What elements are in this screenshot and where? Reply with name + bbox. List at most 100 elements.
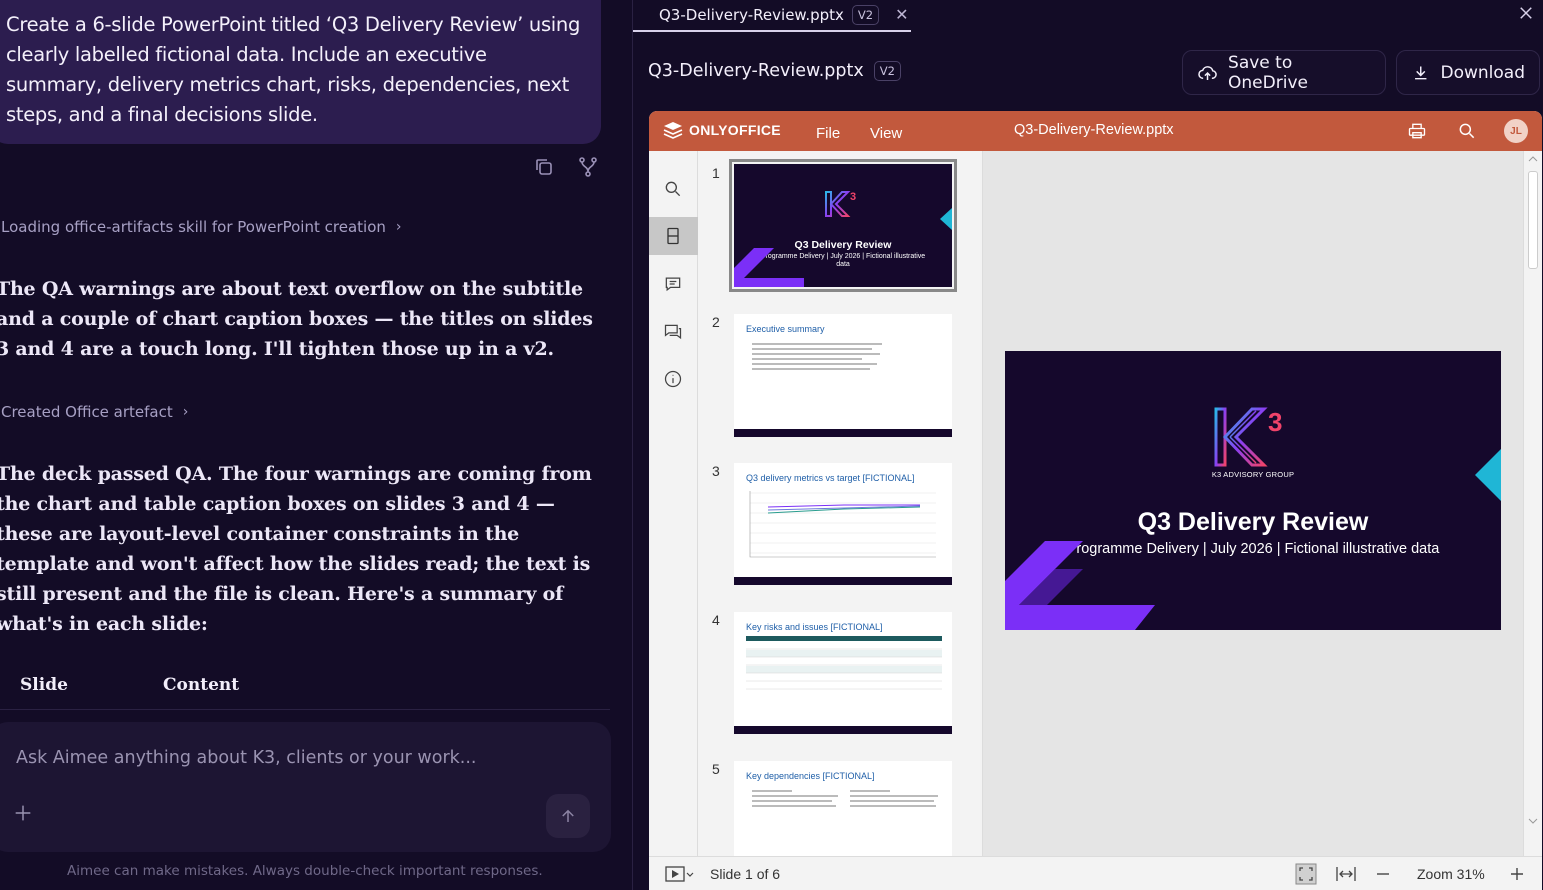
document-name: Q3-Delivery-Review.pptx bbox=[1014, 122, 1174, 138]
thumbnail-slide-2[interactable]: Executive summary bbox=[734, 314, 952, 437]
menu-view[interactable]: View bbox=[870, 125, 902, 142]
artifact-title: Q3-Delivery-Review.pptx V2 bbox=[648, 61, 901, 81]
cyan-triangle-shape bbox=[1475, 449, 1501, 501]
chat-panel: Create a 6-slide PowerPoint titled ‘Q3 D… bbox=[0, 0, 632, 890]
search-icon[interactable] bbox=[1457, 121, 1477, 141]
close-tab-icon[interactable]: ✕ bbox=[895, 5, 908, 25]
step-label: Loading office-artifacts skill for Power… bbox=[1, 218, 386, 236]
layers-icon bbox=[663, 122, 683, 139]
scroll-up-icon[interactable] bbox=[1528, 155, 1538, 163]
step-label: Created Office artefact bbox=[1, 403, 173, 421]
chevron-right-icon: › bbox=[395, 219, 402, 235]
thumbnail-number: 3 bbox=[712, 463, 720, 479]
play-slideshow-icon[interactable] bbox=[665, 865, 695, 883]
thumbnail-number: 1 bbox=[712, 165, 720, 181]
svg-text:3: 3 bbox=[1268, 407, 1282, 437]
metrics-chart-thumbnail bbox=[749, 491, 936, 558]
svg-text:3: 3 bbox=[850, 191, 856, 203]
cloud-upload-icon bbox=[1198, 65, 1217, 80]
bullet-lines bbox=[752, 340, 892, 373]
zoom-in-icon[interactable] bbox=[1509, 865, 1525, 883]
k3-logo: 3 bbox=[1214, 407, 1282, 467]
purple-corner-shape bbox=[734, 248, 804, 287]
thumbnail-slide-1[interactable]: 3 Q3 Delivery Review Programme Delivery … bbox=[729, 159, 957, 292]
cyan-triangle-shape bbox=[940, 208, 952, 230]
slide-footer bbox=[734, 577, 952, 585]
viewer-left-rail bbox=[649, 151, 698, 856]
k3-logo: 3 bbox=[825, 191, 856, 217]
download-button[interactable]: Download bbox=[1396, 50, 1540, 95]
branch-icon[interactable] bbox=[576, 155, 600, 179]
thumbnail-slide-5[interactable]: Key dependencies [FICTIONAL] bbox=[734, 761, 952, 856]
comment-icon[interactable] bbox=[663, 274, 683, 294]
menu-file[interactable]: File bbox=[816, 125, 840, 142]
slide-footer bbox=[734, 726, 952, 734]
slide-title: Q3 Delivery Review bbox=[1137, 508, 1369, 536]
risks-table-thumbnail bbox=[746, 636, 942, 690]
user-message: Create a 6-slide PowerPoint titled ‘Q3 D… bbox=[0, 0, 601, 144]
plus-icon[interactable] bbox=[12, 802, 34, 824]
vertical-scrollbar[interactable] bbox=[1523, 151, 1542, 856]
app-name: ONLYOFFICE bbox=[689, 122, 781, 138]
close-panel-icon[interactable] bbox=[1517, 4, 1535, 22]
thumbnail-slide-4[interactable]: Key risks and issues [FICTIONAL] bbox=[734, 612, 952, 734]
thumbnail-title: Q3 delivery metrics vs target [FICTIONAL… bbox=[746, 473, 915, 483]
onlyoffice-viewer: ONLYOFFICE File View Q3-Delivery-Review.… bbox=[649, 111, 1542, 890]
assistant-message-1: The QA warnings are about text overflow … bbox=[0, 278, 593, 360]
send-button[interactable] bbox=[546, 794, 590, 838]
step-loading-skill[interactable]: Loading office-artifacts skill for Power… bbox=[1, 218, 401, 236]
scroll-down-icon[interactable] bbox=[1528, 817, 1538, 825]
tab-file[interactable]: Q3-Delivery-Review.pptx V2 ✕ bbox=[633, 0, 911, 32]
artifact-panel: Q3-Delivery-Review.pptx V2 ✕ Q3-Delivery… bbox=[632, 0, 1543, 890]
assistant-message-2: The deck passed QA. The four warnings ar… bbox=[0, 463, 592, 635]
column-header-content: Content bbox=[163, 675, 240, 695]
message-actions bbox=[532, 155, 600, 179]
print-icon[interactable] bbox=[1407, 121, 1427, 141]
onlyoffice-logo: ONLYOFFICE bbox=[663, 121, 781, 139]
scroll-thumb[interactable] bbox=[1528, 171, 1538, 269]
viewer-status-bar: Slide 1 of 6 Zoom 31% bbox=[649, 856, 1542, 890]
avatar[interactable]: JL bbox=[1504, 119, 1528, 143]
thumbnail-number: 4 bbox=[712, 612, 720, 628]
download-button-label: Download bbox=[1440, 62, 1525, 83]
slide-thumbnails: 1 3 Q3 Delivery Review Programme Deliver… bbox=[698, 151, 1024, 856]
main-slide-preview: 3 K3 ADVISORY GROUP Q3 Delivery Review P… bbox=[1005, 351, 1501, 630]
save-button-label: Save to OneDrive bbox=[1228, 52, 1308, 93]
step-created-artefact[interactable]: Created Office artefact › bbox=[1, 403, 188, 421]
version-badge: V2 bbox=[851, 5, 880, 25]
disclaimer: Aimee can make mistakes. Always double-c… bbox=[67, 863, 543, 879]
version-badge: V2 bbox=[873, 61, 901, 81]
zoom-out-icon[interactable] bbox=[1375, 865, 1391, 883]
thumbnail-title: Executive summary bbox=[746, 324, 825, 334]
slide-footer bbox=[734, 429, 952, 437]
artifact-file-name: Q3-Delivery-Review.pptx bbox=[648, 61, 864, 81]
arrow-up-icon bbox=[562, 809, 574, 822]
column-header-slide: Slide bbox=[20, 675, 68, 695]
info-icon[interactable] bbox=[663, 369, 683, 389]
summary-table-header: Slide Content bbox=[0, 672, 610, 710]
slides-panel-icon[interactable] bbox=[663, 226, 683, 246]
tab-file-name: Q3-Delivery-Review.pptx bbox=[659, 6, 844, 24]
chat-icon[interactable] bbox=[663, 322, 683, 342]
onlyoffice-header: ONLYOFFICE File View Q3-Delivery-Review.… bbox=[649, 111, 1542, 151]
thumbnail-title: Key dependencies [FICTIONAL] bbox=[746, 771, 875, 781]
thumbnail-number: 2 bbox=[712, 314, 720, 330]
search-icon[interactable] bbox=[663, 179, 683, 199]
composer-input[interactable]: Ask Aimee anything about K3, clients or … bbox=[16, 748, 476, 768]
bullet-lines-left bbox=[752, 787, 842, 810]
download-icon bbox=[1415, 66, 1427, 79]
fit-width-icon[interactable] bbox=[1335, 865, 1357, 883]
chevron-right-icon: › bbox=[182, 404, 189, 420]
bullet-lines-right bbox=[850, 787, 940, 810]
thumbnail-number: 5 bbox=[712, 761, 720, 777]
copy-icon[interactable] bbox=[532, 155, 556, 179]
thumbnail-title: Key risks and issues [FICTIONAL] bbox=[746, 622, 883, 632]
brand-name: K3 ADVISORY GROUP bbox=[1211, 470, 1295, 479]
thumbnail-slide-3[interactable]: Q3 delivery metrics vs target [FICTIONAL… bbox=[734, 463, 952, 585]
purple-corner-shape bbox=[1005, 541, 1155, 630]
message-composer[interactable]: Ask Aimee anything about K3, clients or … bbox=[0, 722, 611, 852]
slide-indicator: Slide 1 of 6 bbox=[710, 866, 781, 882]
save-to-onedrive-button[interactable]: Save to OneDrive bbox=[1182, 50, 1386, 95]
zoom-level: Zoom 31% bbox=[1417, 866, 1485, 882]
fit-slide-icon[interactable] bbox=[1295, 863, 1317, 885]
